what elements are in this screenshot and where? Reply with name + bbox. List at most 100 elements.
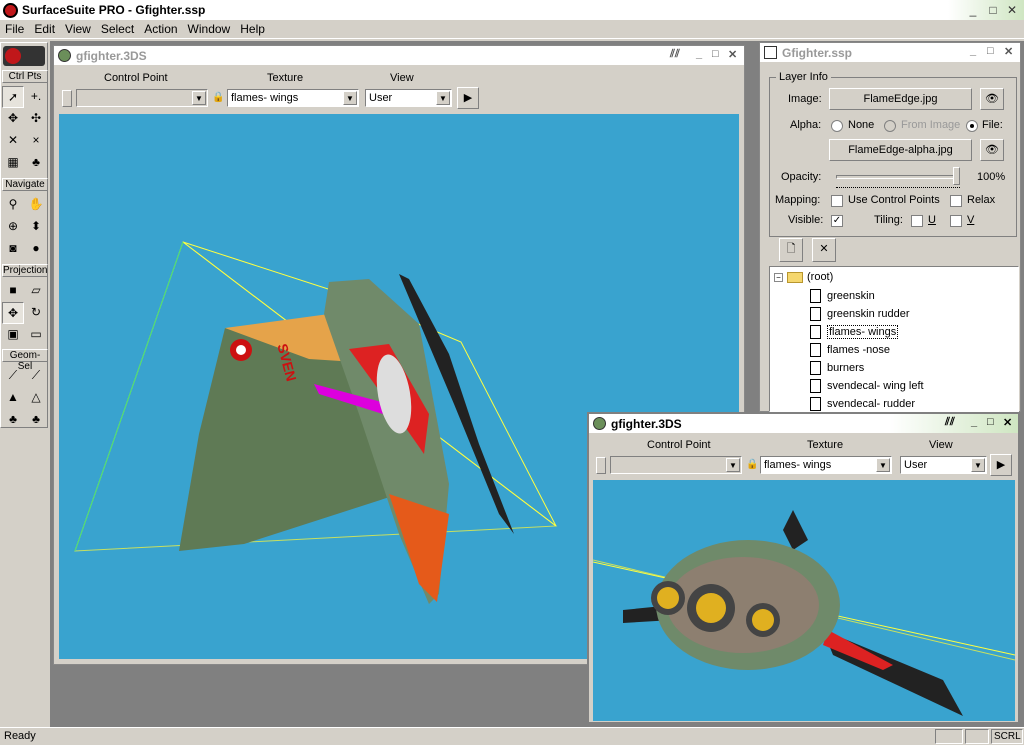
arrow-select-icon[interactable]: ➚ <box>2 86 24 108</box>
image-file-button[interactable]: FlameEdge.jpg <box>829 88 972 110</box>
control-point-combo-2[interactable]: ▼ <box>610 456 742 474</box>
frame-icon[interactable]: ▭ <box>25 324 47 346</box>
menu-select[interactable]: Select <box>96 20 139 36</box>
slider-handle[interactable] <box>62 90 72 107</box>
opacity-label: Opacity: <box>781 171 822 183</box>
triangle-outline-icon[interactable]: △ <box>25 387 47 409</box>
planar-projection-icon[interactable]: ■ <box>2 280 24 302</box>
view-combo-2-value: User <box>904 459 928 471</box>
deselect-icon[interactable]: × <box>25 130 47 152</box>
move-projection-icon[interactable]: ✥ <box>2 302 24 324</box>
slider-handle-2[interactable] <box>596 457 606 474</box>
menu-action[interactable]: Action <box>139 20 182 36</box>
tree-item-svendecal-rudder[interactable]: svendecal- rudder <box>810 397 915 411</box>
shrink-select-icon[interactable]: ♣ <box>25 409 47 431</box>
group-navigate[interactable]: Navigate <box>2 178 48 191</box>
main-view-close[interactable]: ✕ <box>728 48 737 61</box>
lock-icon[interactable]: 🔒 <box>212 92 224 104</box>
dolly-icon[interactable]: ⬍ <box>25 216 47 238</box>
group-ctrl-pts[interactable]: Ctrl Pts <box>2 70 48 83</box>
document-icon <box>764 46 777 59</box>
rotate-projection-icon[interactable]: ↻ <box>25 302 47 324</box>
zoom-icon[interactable]: ⚲ <box>2 194 24 216</box>
opacity-slider-thumb[interactable] <box>953 167 960 185</box>
tree-item-burners[interactable]: burners <box>810 361 864 375</box>
use-control-points-checkbox[interactable] <box>831 195 843 207</box>
tree-root[interactable]: − (root) <box>774 271 833 283</box>
add-point-icon[interactable]: +. <box>25 86 47 108</box>
second-view-caption: gfighter.3DS ⫽⫽ _ □ ✕ <box>589 414 1018 433</box>
tree-item-svendecal-wing-left[interactable]: svendecal- wing left <box>810 379 924 393</box>
menu-help[interactable]: Help <box>235 20 270 36</box>
opacity-slider-track[interactable] <box>836 175 960 179</box>
close-button[interactable]: ✕ <box>1003 2 1021 18</box>
scale-icon[interactable]: ✣ <box>25 108 47 130</box>
toolbox-logo <box>3 46 45 66</box>
texture-combo-2[interactable]: flames- wings ▼ <box>760 456 892 474</box>
app-icon <box>3 3 18 18</box>
group-geom-sel[interactable]: Geom-Sel <box>2 349 48 372</box>
menu-file[interactable]: File <box>0 20 29 36</box>
second-view-maximize[interactable]: □ <box>987 416 994 428</box>
new-layer-icon[interactable]: 🗋 <box>779 238 803 262</box>
layer-panel-maximize[interactable]: □ <box>987 45 994 57</box>
delete-layer-icon[interactable]: ✕ <box>812 238 836 262</box>
tiling-label: Tiling: <box>874 214 903 226</box>
view-icon <box>58 49 71 62</box>
texture-label: Texture <box>267 72 304 84</box>
play-button[interactable]: ▶ <box>457 87 479 109</box>
alpha-from-image-radio[interactable] <box>884 120 896 132</box>
view-combo[interactable]: User ▼ <box>365 89 452 107</box>
layer-panel-close[interactable]: ✕ <box>1004 45 1013 58</box>
tree-item-greenskin-rudder[interactable]: greenskin rudder <box>810 307 910 321</box>
texture-combo[interactable]: flames- wings ▼ <box>227 89 359 107</box>
relax-checkbox[interactable] <box>950 195 962 207</box>
menu-view[interactable]: View <box>60 20 96 36</box>
layer-panel-minimize[interactable]: _ <box>970 45 976 57</box>
visible-checkbox[interactable]: ✓ <box>831 215 843 227</box>
alpha-eye-icon[interactable]: 👁 <box>980 139 1004 161</box>
tree-icon[interactable]: ♣ <box>25 152 47 174</box>
box-projection-icon[interactable]: ▱ <box>25 280 47 302</box>
lock-icon-2[interactable]: 🔒 <box>746 459 758 471</box>
texture-combo-value: flames- wings <box>231 92 299 104</box>
delete-point-icon[interactable]: ✕ <box>2 130 24 152</box>
group-projection[interactable]: Projection <box>2 264 48 277</box>
tree-item-flames-nose[interactable]: flames -nose <box>810 343 890 357</box>
alpha-file-radio[interactable] <box>966 120 978 132</box>
layer-tree: − (root) greenskin greenskin rudder flame… <box>769 266 1019 412</box>
play-button-2[interactable]: ▶ <box>990 454 1012 476</box>
mesh-icon[interactable]: ▦ <box>2 152 24 174</box>
triangle-select-icon[interactable]: ▲ <box>2 387 24 409</box>
camera-icon[interactable]: ◙ <box>2 238 24 260</box>
render-icon[interactable]: ● <box>25 238 47 260</box>
maximize-button[interactable]: □ <box>984 2 1002 18</box>
tree-item-greenskin[interactable]: greenskin <box>810 289 875 303</box>
tiling-u-checkbox[interactable] <box>911 215 923 227</box>
tiling-v-checkbox[interactable] <box>950 215 962 227</box>
geom-select-add-icon[interactable]: ⟋ <box>25 365 47 387</box>
second-view-minimize[interactable]: _ <box>971 416 977 428</box>
move-icon[interactable]: ✥ <box>2 108 24 130</box>
hand-pan-icon[interactable]: ✋ <box>25 194 47 216</box>
alpha-label: Alpha: <box>790 119 822 131</box>
image-icon[interactable]: ▣ <box>2 324 24 346</box>
minimize-button[interactable]: _ <box>964 2 982 18</box>
image-eye-icon[interactable]: 👁 <box>980 88 1004 110</box>
tree-item-flames-wings[interactable]: flames- wings <box>810 324 899 339</box>
texture-combo-2-value: flames- wings <box>764 459 832 471</box>
second-view-close[interactable]: ✕ <box>1003 416 1012 429</box>
orbit-icon[interactable]: ⊕ <box>2 216 24 238</box>
geom-select-icon[interactable]: ⟋ <box>2 365 24 387</box>
menu-window[interactable]: Window <box>183 20 236 36</box>
menu-edit[interactable]: Edit <box>29 20 60 36</box>
title-bar: SurfaceSuite PRO - Gfighter.ssp _ □ ✕ <box>0 0 1024 22</box>
second-3d-viewport[interactable] <box>592 480 1016 721</box>
view-combo-2[interactable]: User ▼ <box>900 456 987 474</box>
alpha-file-button[interactable]: FlameEdge-alpha.jpg <box>829 139 972 161</box>
alpha-none-radio[interactable] <box>831 120 843 132</box>
control-point-combo[interactable]: ▼ <box>76 89 208 107</box>
main-view-minimize[interactable]: _ <box>696 48 702 60</box>
grow-select-icon[interactable]: ♣ <box>2 409 24 431</box>
main-view-maximize[interactable]: □ <box>712 48 719 60</box>
